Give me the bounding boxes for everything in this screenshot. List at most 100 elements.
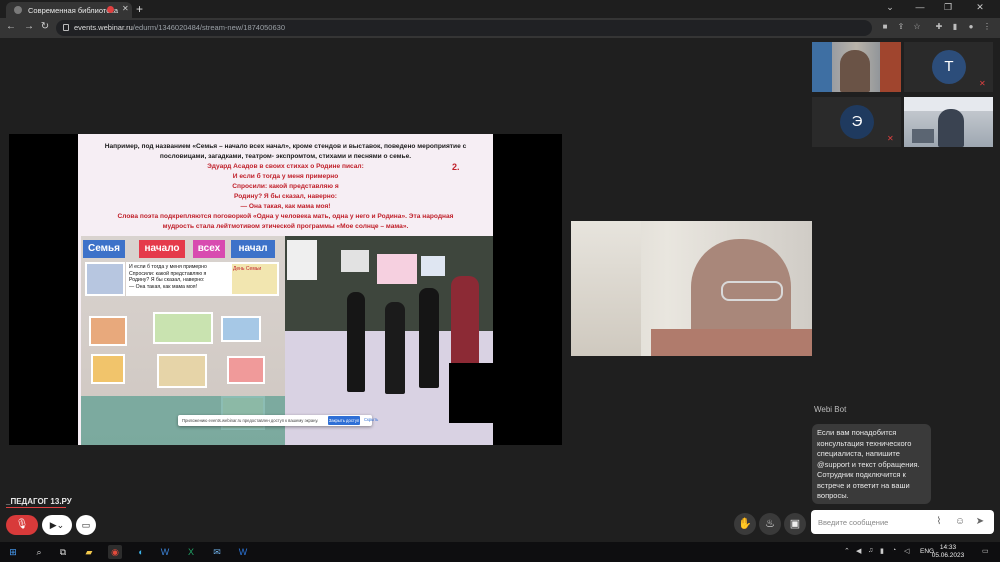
clock[interactable]: 14:33 05.06.2023 [928, 544, 968, 560]
task-view-icon[interactable]: ⧉ [56, 545, 70, 559]
file-explorer-icon[interactable]: ▰ [82, 545, 96, 559]
library-shelf [880, 42, 901, 92]
headset-tray-icon[interactable]: ♫ [868, 547, 873, 554]
camera-icon[interactable]: ■ [880, 22, 890, 32]
clock-date: 05.06.2023 [931, 552, 965, 559]
screen-share-button[interactable]: ▭ [76, 515, 96, 535]
stand-picture [91, 354, 125, 384]
bookmark-star-icon[interactable]: ☆ [912, 22, 922, 32]
share-icon[interactable]: ⇪ [896, 22, 906, 32]
extensions-icon[interactable]: ✚ [934, 22, 944, 32]
screen-share-notice-text: Приложению events.webinar.ru предоставле… [182, 418, 319, 423]
board-poster [287, 240, 317, 280]
stop-sharing-button[interactable]: Закрыть доступ [328, 416, 360, 425]
participant-tile[interactable] [904, 97, 993, 147]
edge-icon[interactable]: ◐ [134, 545, 148, 559]
url-path: /edurm/1346020484/stream-new/1874050630 [132, 23, 285, 32]
volume-icon[interactable]: ◁ [904, 547, 909, 555]
windows-start-icon[interactable]: ⊞ [6, 545, 20, 559]
student-figure [347, 292, 365, 392]
slide-line: Спросили: какой представляю я [232, 183, 339, 190]
brand-label: _ПЕДАГОГ 13.РУ [6, 497, 72, 506]
chat-author: Webi Bot [814, 405, 847, 414]
profile-icon[interactable]: ● [966, 22, 976, 32]
participant-figure [840, 50, 870, 92]
browser-tab[interactable]: Современная библиотека ✕ [6, 2, 132, 18]
avatar: Э [840, 105, 874, 139]
back-button[interactable]: ← [4, 21, 18, 32]
stand-picture: День Семьи [229, 262, 279, 296]
camera-button[interactable]: ▶︎⌄ [42, 515, 72, 535]
poem-card: И если б тогда у меня примерно Спросили:… [126, 262, 232, 296]
slide-line: пословицами, загадками, театром- экспром… [159, 153, 412, 160]
banner-word: начал [231, 240, 275, 258]
word-icon[interactable]: W [236, 545, 250, 559]
mail-icon[interactable]: ✉ [210, 545, 224, 559]
menu-icon[interactable]: ⋮ [982, 22, 992, 32]
tab-title: Современная библиотека [28, 6, 118, 15]
slide-number: 2. [452, 162, 460, 172]
network-icon[interactable]: ◔ [892, 547, 896, 554]
favicon-icon [14, 6, 22, 14]
attach-icon[interactable]: ⌇ [933, 516, 945, 527]
sidebar-icon[interactable]: ▮ [950, 22, 960, 32]
notifications-icon[interactable]: ▭ [982, 547, 989, 555]
word-online-icon[interactable]: W [158, 545, 172, 559]
participant-tile[interactable] [812, 42, 901, 92]
stand-picture [89, 316, 127, 346]
clock-time: 14:33 [939, 544, 957, 551]
monitor [912, 129, 934, 143]
search-icon[interactable]: ⌕ [32, 545, 46, 559]
student-figure [419, 288, 439, 388]
excel-icon[interactable]: X [184, 545, 198, 559]
chat-input[interactable]: Введите сообщение [811, 510, 994, 534]
tray-overflow-icon[interactable]: ⌃ [844, 547, 850, 555]
library-shelf [812, 42, 832, 92]
raise-hand-button[interactable]: ✋ [734, 513, 756, 535]
slide-line: Слова поэта подкрепляются поговоркой «Од… [117, 213, 454, 220]
forward-button[interactable]: → [22, 21, 36, 32]
stand-label: День Семьи [233, 266, 262, 272]
slide-line: — Она такая, как мама моя! [240, 203, 331, 210]
url-host: events.webinar.ru [74, 23, 133, 32]
reload-button[interactable]: ↻ [38, 21, 52, 32]
participant-tile[interactable]: Э ✕ [812, 97, 901, 147]
teacher-figure [451, 276, 479, 366]
close-tab-icon[interactable]: ✕ [122, 4, 129, 13]
emoji-icon[interactable]: ☺ [954, 516, 966, 527]
chrome-icon[interactable]: ◉ [108, 545, 122, 559]
tab-search-icon[interactable]: ⌄ [880, 2, 900, 13]
maximize-button[interactable]: ❐ [938, 2, 958, 13]
reaction-button[interactable]: ♨ [759, 513, 781, 535]
avatar: Т [932, 50, 966, 84]
layout-button[interactable]: ▣ [784, 513, 806, 535]
video-gap [449, 363, 493, 423]
stand-picture [85, 262, 125, 296]
microphone-button[interactable]: 🎙︎ [6, 515, 38, 535]
board-poster [377, 254, 417, 284]
hide-notice-link[interactable]: Скрыть [364, 417, 378, 422]
participant-tile[interactable]: Т ✕ [904, 42, 993, 92]
send-icon[interactable]: ➤ [974, 516, 986, 527]
speaker-video[interactable] [571, 221, 812, 356]
mic-muted-icon: ✕ [887, 134, 894, 143]
mic-tray-icon[interactable]: ▮ [880, 547, 884, 555]
student-figure [385, 302, 405, 394]
board-poster [421, 256, 445, 276]
speaker-tray-icon[interactable]: ◀ [856, 547, 861, 555]
browser-tab-strip [0, 0, 1000, 18]
recording-indicator-icon [107, 6, 114, 13]
address-bar[interactable]: events.webinar.ru/edurm/1346020484/strea… [56, 20, 872, 36]
lock-icon [63, 24, 69, 31]
slide-line: Родину? Я бы сказал, наверно: [234, 193, 337, 200]
banner-word: Семья [83, 240, 125, 258]
banner-word: всех [193, 240, 225, 258]
new-tab-button[interactable]: + [136, 2, 143, 16]
close-window-button[interactable]: ✕ [970, 2, 990, 13]
stand-picture [221, 316, 261, 342]
banner-word: начало [139, 240, 185, 258]
slide-line: Например, под названием «Семья – начало … [104, 143, 467, 150]
minimize-button[interactable]: — [910, 2, 930, 12]
stand-picture [157, 354, 207, 388]
participant-figure [938, 109, 964, 147]
